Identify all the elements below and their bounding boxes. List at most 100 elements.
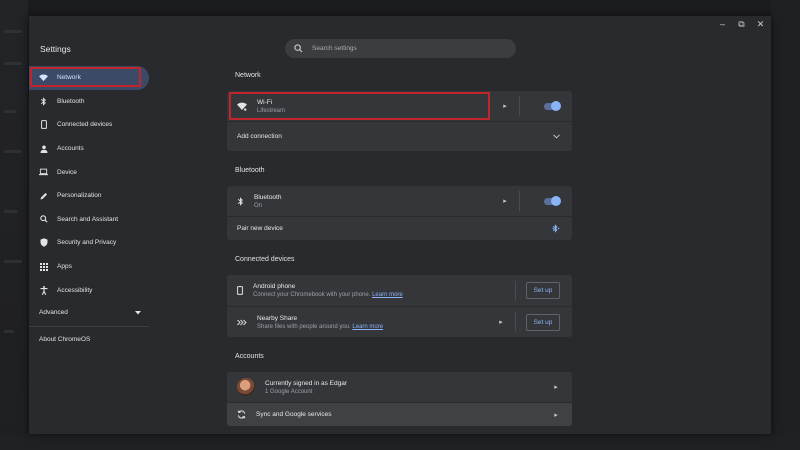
restore-button[interactable]: ⧉ bbox=[737, 19, 746, 29]
bluetooth-status: On bbox=[254, 202, 263, 209]
sidebar-item-about[interactable]: About ChromeOS bbox=[29, 329, 149, 351]
sidebar-item-accessibility[interactable]: Accessibility bbox=[29, 278, 149, 302]
sidebar-item-label: Accounts bbox=[57, 145, 84, 153]
accessibility-icon bbox=[39, 285, 48, 295]
add-connection-row[interactable]: Add connection bbox=[227, 121, 572, 151]
wifi-label: Wi-Fi bbox=[257, 98, 273, 106]
sidebar: Network Bluetooth Connected devices Acco… bbox=[29, 66, 149, 351]
pair-device-label: Pair new device bbox=[237, 225, 283, 232]
search-icon bbox=[294, 44, 303, 53]
sidebar-item-apps[interactable]: Apps bbox=[29, 255, 149, 279]
window-controls: – ⧉ ✕ bbox=[718, 19, 765, 29]
background-bottom bbox=[0, 434, 800, 450]
laptop-icon bbox=[39, 168, 48, 177]
add-connection-label: Add connection bbox=[237, 133, 282, 140]
sidebar-item-label: Connected devices bbox=[57, 121, 113, 129]
learn-more-link[interactable]: Learn more bbox=[372, 292, 403, 298]
sync-label: Sync and Google services bbox=[256, 411, 332, 418]
nearby-share-icon bbox=[237, 319, 247, 325]
sidebar-item-label: Personalization bbox=[57, 192, 102, 200]
android-phone-label: Android phone bbox=[253, 283, 296, 290]
android-phone-row[interactable]: Android phone Connect your Chromebook wi… bbox=[227, 275, 572, 306]
network-card: Wi-Fi Lifestream ▸ Add connection bbox=[227, 91, 572, 151]
bluetooth-card: Bluetooth On ▸ Pair new device bbox=[227, 186, 572, 240]
sync-icon bbox=[237, 410, 246, 419]
close-button[interactable]: ✕ bbox=[756, 19, 765, 29]
avatar bbox=[237, 378, 255, 396]
account-count: 1 Google Account bbox=[265, 388, 313, 395]
sidebar-item-label: Search and Assistant bbox=[57, 215, 119, 223]
phone-icon bbox=[39, 120, 48, 130]
advanced-label: Advanced bbox=[39, 309, 68, 317]
settings-window: – ⧉ ✕ Settings Search settings Network B… bbox=[29, 16, 771, 434]
connected-devices-card: Android phone Connect your Chromebook wi… bbox=[227, 275, 572, 337]
app-title: Settings bbox=[40, 44, 71, 54]
sidebar-item-bluetooth[interactable]: Bluetooth bbox=[29, 90, 149, 114]
bluetooth-toggle[interactable] bbox=[544, 196, 561, 206]
section-title-bluetooth: Bluetooth bbox=[235, 167, 265, 174]
pair-device-row[interactable]: Pair new device bbox=[227, 216, 572, 240]
main-content: Network Wi-Fi Lifestream ▸ Add connectio… bbox=[227, 72, 572, 426]
wifi-row[interactable]: Wi-Fi Lifestream ▸ bbox=[227, 91, 572, 121]
bluetooth-row[interactable]: Bluetooth On ▸ bbox=[227, 186, 572, 216]
sidebar-item-security-and-privacy[interactable]: Security and Privacy bbox=[29, 231, 149, 255]
background-left bbox=[0, 0, 28, 450]
search-placeholder: Search settings bbox=[312, 45, 357, 52]
background-right bbox=[771, 0, 800, 450]
sidebar-item-label: Accessibility bbox=[57, 286, 93, 294]
shield-icon bbox=[39, 238, 48, 248]
sidebar-item-accounts[interactable]: Accounts bbox=[29, 137, 149, 161]
sidebar-item-connected-devices[interactable]: Connected devices bbox=[29, 113, 149, 137]
accounts-card: Currently signed in as Edgar 1 Google Ac… bbox=[227, 372, 572, 426]
chevron-right-icon: ▸ bbox=[554, 411, 558, 419]
bluetooth-icon bbox=[39, 97, 48, 106]
sidebar-item-label: Bluetooth bbox=[57, 97, 85, 105]
chevron-right-icon: ▸ bbox=[499, 319, 503, 326]
wifi-toggle[interactable] bbox=[544, 101, 561, 111]
minimize-button[interactable]: – bbox=[718, 19, 727, 29]
wifi-icon bbox=[39, 73, 48, 82]
chevron-right-icon: ▸ bbox=[554, 384, 558, 391]
chevron-down-icon bbox=[553, 134, 560, 139]
search-input[interactable]: Search settings bbox=[285, 39, 516, 58]
sidebar-item-device[interactable]: Device bbox=[29, 160, 149, 184]
phone-icon bbox=[237, 286, 243, 295]
search-icon bbox=[39, 215, 48, 224]
section-title-accounts: Accounts bbox=[235, 353, 264, 360]
divider bbox=[515, 312, 516, 332]
sidebar-item-label: About ChromeOS bbox=[39, 336, 91, 344]
sidebar-advanced-toggle[interactable]: Advanced bbox=[29, 302, 149, 324]
sidebar-item-label: Device bbox=[57, 168, 77, 176]
apps-grid-icon bbox=[39, 262, 48, 271]
sidebar-item-personalization[interactable]: Personalization bbox=[29, 184, 149, 208]
android-setup-button[interactable]: Set up bbox=[526, 282, 560, 299]
sync-services-row[interactable]: Sync and Google services ▸ bbox=[227, 402, 572, 426]
nearby-share-row[interactable]: Nearby Share Share files with people aro… bbox=[227, 306, 572, 337]
android-phone-description: Connect your Chromebook with your phone. bbox=[253, 292, 371, 298]
signed-in-label: Currently signed in as Edgar bbox=[265, 379, 348, 387]
learn-more-link[interactable]: Learn more bbox=[352, 324, 383, 330]
nearby-share-label: Nearby Share bbox=[257, 314, 298, 322]
divider bbox=[519, 191, 520, 211]
wifi-network-name: Lifestream bbox=[257, 107, 286, 114]
nearby-setup-button[interactable]: Set up bbox=[526, 313, 560, 331]
chevron-right-icon: ▸ bbox=[503, 198, 507, 205]
section-title-network: Network bbox=[235, 72, 261, 79]
bluetooth-add-icon bbox=[552, 224, 560, 233]
caret-down-icon bbox=[135, 310, 141, 315]
bluetooth-label: Bluetooth bbox=[254, 193, 282, 201]
divider bbox=[519, 96, 520, 116]
sidebar-item-label: Apps bbox=[57, 263, 72, 271]
sidebar-item-label: Security and Privacy bbox=[57, 239, 117, 247]
nearby-share-description: Share files with people around you. bbox=[257, 323, 351, 330]
chevron-right-icon: ▸ bbox=[503, 103, 507, 110]
sidebar-item-network[interactable]: Network bbox=[29, 66, 149, 90]
section-title-connected-devices: Connected devices bbox=[235, 256, 295, 263]
bluetooth-icon bbox=[237, 196, 243, 206]
sidebar-divider bbox=[29, 325, 149, 327]
signed-in-row[interactable]: Currently signed in as Edgar 1 Google Ac… bbox=[227, 372, 572, 402]
sidebar-item-search-and-assistant[interactable]: Search and Assistant bbox=[29, 208, 149, 232]
person-icon bbox=[39, 144, 48, 153]
wifi-icon bbox=[237, 102, 247, 111]
divider bbox=[515, 280, 516, 301]
